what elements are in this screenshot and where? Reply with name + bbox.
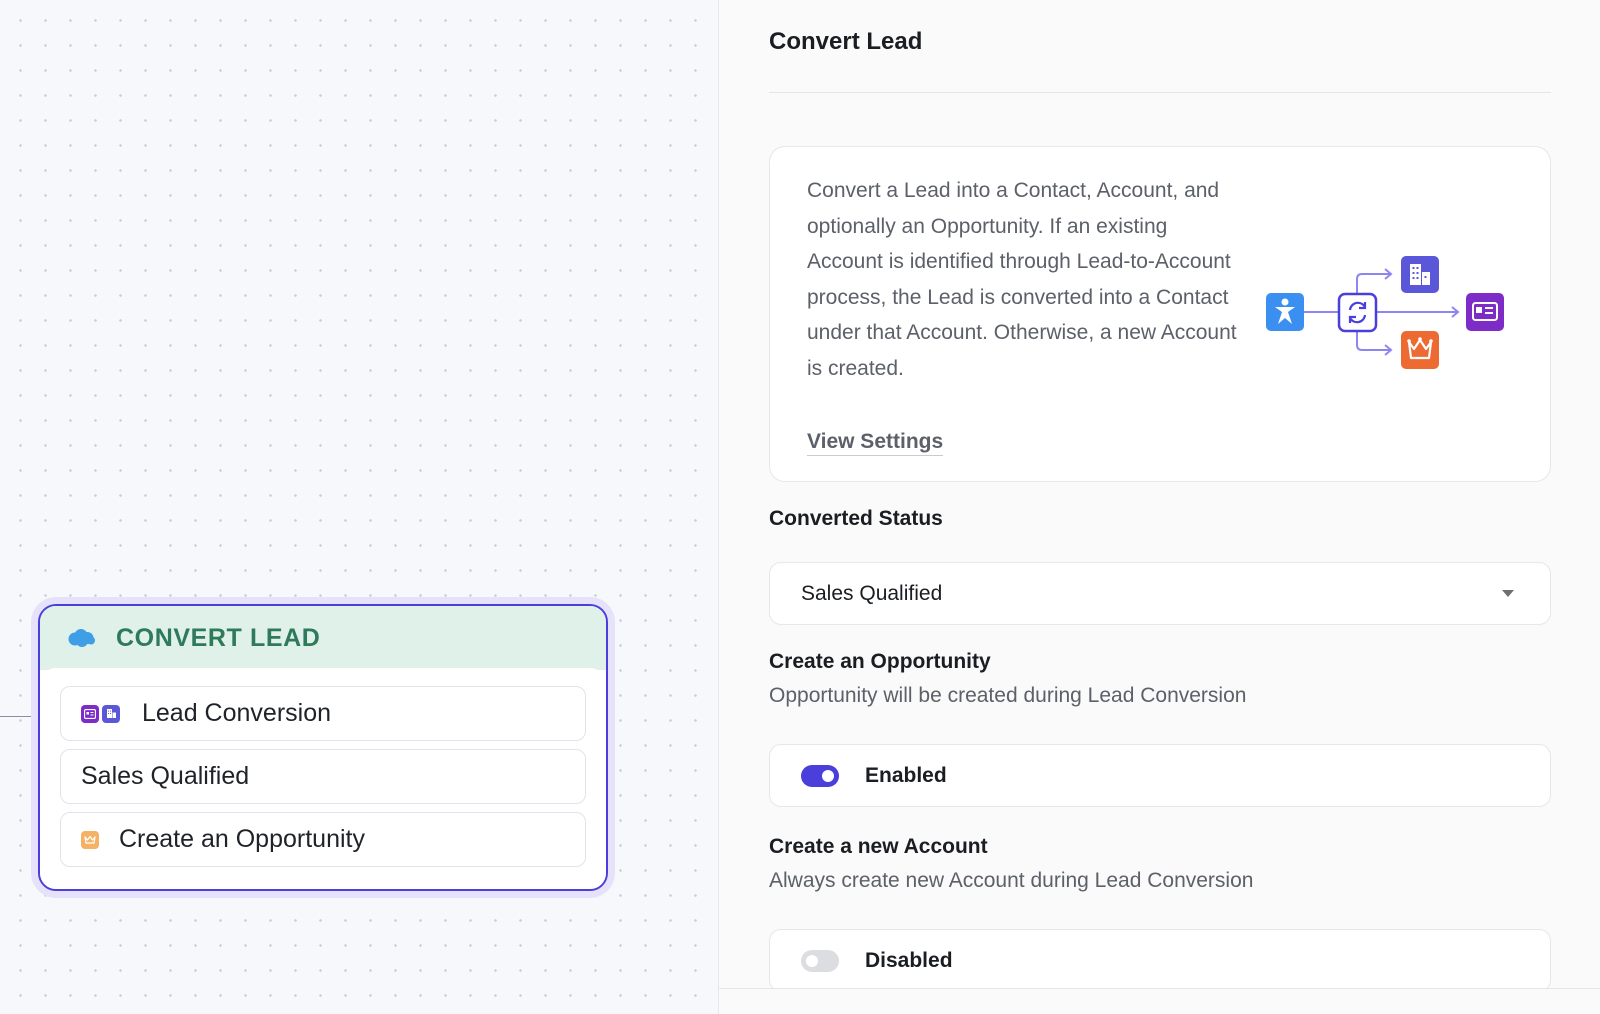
contact-card-icon: [1466, 293, 1504, 331]
building-icon: [102, 704, 120, 723]
converted-status-value: Sales Qualified: [801, 581, 943, 605]
description-card: Convert a Lead into a Contact, Account, …: [769, 146, 1551, 482]
workflow-canvas[interactable]: CONVERT LEAD Lead Conversion Sales Quali…: [0, 0, 718, 1014]
node-row-label: Sales Qualified: [81, 762, 250, 790]
create-opportunity-label: Create an Opportunity: [769, 650, 991, 673]
contact-card-icon: [81, 704, 99, 723]
converted-status-label: Converted Status: [769, 507, 943, 530]
toggle-knob: [806, 954, 818, 967]
create-account-state: Disabled: [865, 948, 953, 972]
node-body: Lead Conversion Sales Qualified Create a…: [40, 668, 606, 889]
node-row-label: Lead Conversion: [142, 699, 332, 727]
node-row-lead-conversion[interactable]: Lead Conversion: [60, 686, 586, 741]
node-title: CONVERT LEAD: [116, 623, 321, 652]
convert-lead-node[interactable]: CONVERT LEAD Lead Conversion Sales Quali…: [38, 604, 608, 891]
node-row-create-opportunity[interactable]: Create an Opportunity: [60, 812, 586, 867]
panel-title: Convert Lead: [769, 28, 923, 55]
node-row-sales-qualified[interactable]: Sales Qualified: [60, 749, 586, 804]
lead-conversion-icons: [81, 704, 120, 723]
create-account-toggle-row[interactable]: Disabled: [769, 929, 1551, 992]
node-header: CONVERT LEAD: [40, 606, 606, 670]
create-opportunity-state: Enabled: [865, 763, 947, 787]
panel-divider: [769, 92, 1551, 93]
salesforce-cloud-icon: [68, 629, 95, 647]
view-settings-link[interactable]: View Settings: [807, 430, 944, 456]
create-opportunity-description: Opportunity will be created during Lead …: [769, 684, 1247, 707]
create-opportunity-toggle[interactable]: [801, 764, 839, 787]
convert-sync-icon: [1337, 292, 1378, 333]
chevron-down-icon: [1502, 590, 1514, 597]
create-account-label: Create a new Account: [769, 835, 988, 858]
incoming-connector-line: [0, 716, 36, 717]
properties-panel: Convert Lead Convert a Lead into a Conta…: [718, 0, 1600, 1014]
panel-footer: [719, 989, 1600, 1014]
create-account-description: Always create new Account during Lead Co…: [769, 869, 1254, 892]
lead-person-icon: [1266, 293, 1304, 331]
lead-conversion-flow-illustration: [1266, 256, 1504, 369]
crown-icon: [81, 830, 99, 849]
opportunity-icons: [81, 830, 99, 849]
create-account-toggle[interactable]: [801, 949, 839, 972]
description-text: Convert a Lead into a Contact, Account, …: [807, 179, 1237, 380]
converted-status-select[interactable]: Sales Qualified: [769, 562, 1551, 625]
opportunity-crown-icon: [1401, 331, 1439, 369]
account-building-icon: [1401, 256, 1439, 293]
toggle-knob: [822, 769, 834, 782]
node-row-label: Create an Opportunity: [119, 825, 365, 853]
create-opportunity-toggle-row[interactable]: Enabled: [769, 744, 1551, 807]
